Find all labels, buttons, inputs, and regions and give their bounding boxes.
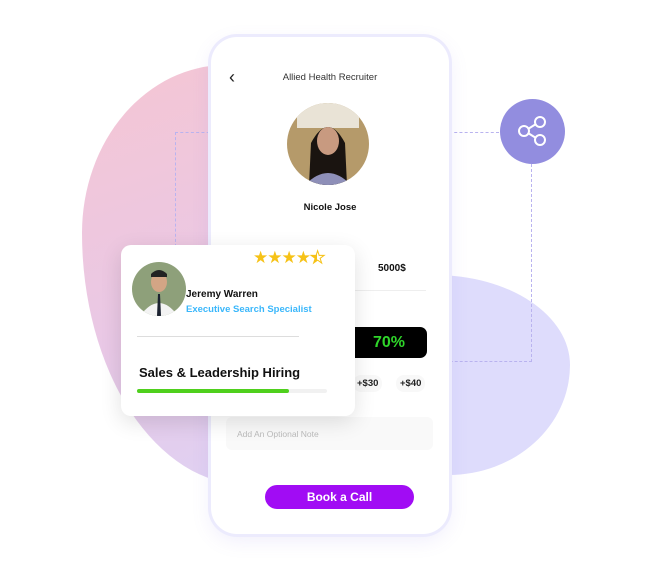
share-button[interactable] <box>500 99 565 164</box>
book-call-button[interactable]: Book a Call <box>265 485 414 509</box>
share-icon <box>518 116 546 146</box>
dashed-connector <box>449 132 499 133</box>
avatar <box>287 103 369 185</box>
star-rating: ★★★★★★ <box>253 248 326 268</box>
divider <box>137 336 299 337</box>
progress-fill <box>137 389 289 393</box>
page-title: Allied Health Recruiter <box>282 72 378 83</box>
price: 5000$ <box>378 263 406 274</box>
recruiter-role: Executive Search Specialist <box>186 304 312 315</box>
tip-option[interactable]: +$30 <box>353 375 383 392</box>
profile-name: Nicole Jose <box>303 202 357 213</box>
percent-badge: 70% <box>351 327 427 358</box>
recruiter-card: ★★★★★★ Jeremy Warren Executive Search Sp… <box>121 245 355 416</box>
note-input[interactable]: Add An Optional Note <box>226 417 433 450</box>
tip-option[interactable]: +$40 <box>396 375 426 392</box>
program-title: Sales & Leadership Hiring <box>139 365 301 380</box>
recruiter-name: Jeremy Warren <box>186 289 258 300</box>
dashed-connector <box>175 132 215 252</box>
avatar <box>132 262 186 316</box>
progress-bar <box>137 389 327 393</box>
